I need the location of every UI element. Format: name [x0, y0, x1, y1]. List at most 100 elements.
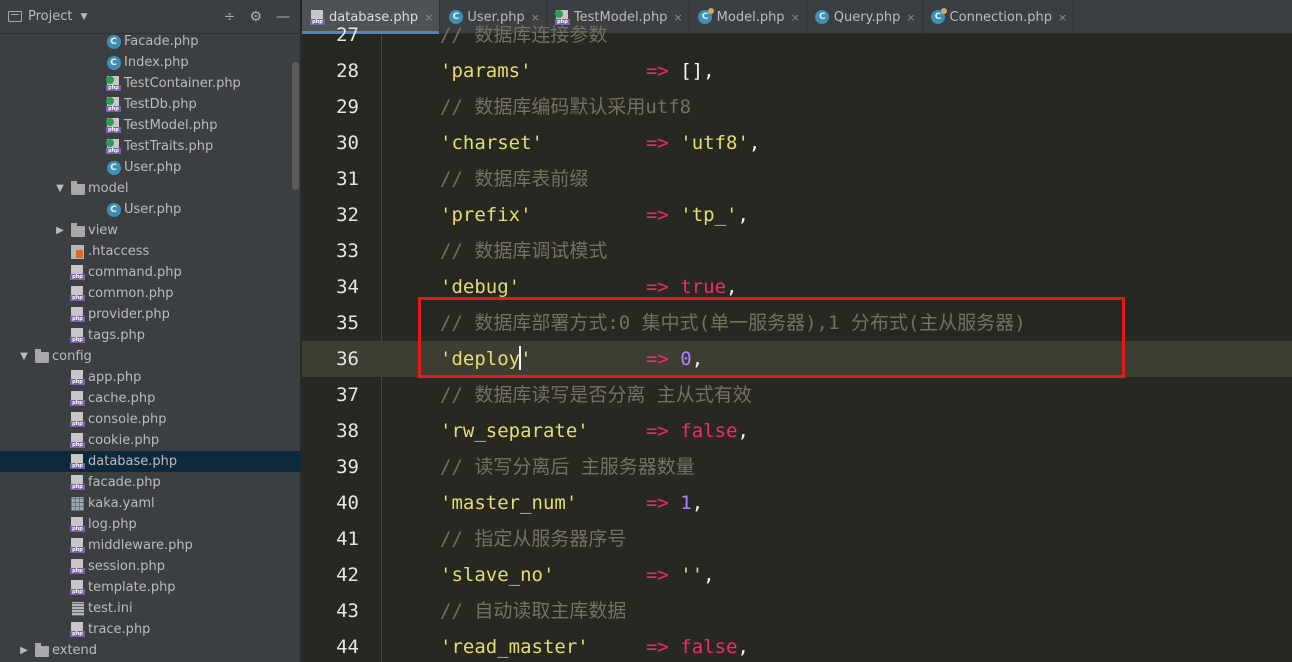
code-text[interactable]: // 数据库连接参数 — [440, 17, 607, 53]
line-number: 27 — [336, 24, 359, 46]
tree-item[interactable]: php TestContainer.php — [0, 73, 301, 94]
tree-item[interactable]: C User.php — [0, 199, 301, 220]
code-text[interactable]: // 指定从服务器序号 — [440, 521, 626, 557]
code-line[interactable]: 42 'slave_no' => '', — [302, 557, 1292, 593]
tree-item[interactable]: ▶ extend — [0, 640, 301, 661]
tree-item[interactable]: php console.php — [0, 409, 301, 430]
code-token: => — [645, 60, 669, 82]
code-line[interactable]: 40 'master_num' => 1, — [302, 485, 1292, 521]
expand-arrow-down-icon[interactable]: ▼ — [18, 351, 30, 362]
line-number: 28 — [336, 60, 359, 82]
tree-item[interactable]: php cookie.php — [0, 430, 301, 451]
tree-item[interactable]: php facade.php — [0, 472, 301, 493]
tree-item[interactable]: ▼ config — [0, 346, 301, 367]
code-line[interactable]: 41 // 指定从服务器序号 — [302, 521, 1292, 557]
tree-item[interactable]: php log.php — [0, 514, 301, 535]
tree-item-label: User.php — [124, 160, 182, 175]
htaccess-icon — [70, 244, 85, 259]
line-number: 41 — [336, 528, 359, 550]
code-line[interactable]: 29 // 数据库编码默认采用utf8 — [302, 89, 1292, 125]
code-line[interactable]: 43 // 自动读取主库数据 — [302, 593, 1292, 629]
folder-icon — [34, 643, 49, 658]
tree-item[interactable]: php trace.php — [0, 619, 301, 640]
tree-item[interactable]: php app.php — [0, 367, 301, 388]
expand-arrow-down-icon[interactable]: ▼ — [54, 183, 66, 194]
code-line[interactable]: 39 // 读写分离后 主服务器数量 — [302, 449, 1292, 485]
tree-item-label: .htaccess — [88, 244, 150, 259]
tree-item[interactable]: php tags.php — [0, 325, 301, 346]
code-text[interactable]: // 自动读取主库数据 — [440, 593, 626, 629]
tree-item[interactable]: php TestModel.php — [0, 115, 301, 136]
tree-item[interactable]: .htaccess — [0, 241, 301, 262]
code-line[interactable]: 37 // 数据库读写是否分离 主从式有效 — [302, 377, 1292, 413]
php-class-file-icon: php — [106, 76, 121, 91]
code-line[interactable]: 33 // 数据库调试模式 — [302, 233, 1292, 269]
tree-item[interactable]: php command.php — [0, 262, 301, 283]
tree-item-label: provider.php — [88, 307, 170, 322]
code-text[interactable]: // 数据库表前缀 — [440, 161, 588, 197]
tree-item[interactable]: kaka.yaml — [0, 493, 301, 514]
ini-icon — [70, 601, 85, 616]
php-file-icon: php — [70, 517, 85, 532]
code-token: => — [645, 492, 669, 514]
tree-item[interactable]: php middleware.php — [0, 535, 301, 556]
tree-item[interactable]: C Facade.php — [0, 31, 301, 52]
code-text[interactable]: 'slave_no' => '', — [440, 557, 715, 593]
collapse-all-icon[interactable]: ÷ — [224, 9, 236, 25]
tree-item[interactable]: ▼ model — [0, 178, 301, 199]
chevron-down-icon[interactable]: ▼ — [80, 12, 87, 22]
sidebar-scrollbar[interactable] — [292, 62, 299, 190]
tree-item[interactable]: php provider.php — [0, 304, 301, 325]
tree-item[interactable]: php database.php — [0, 451, 301, 472]
tree-item[interactable]: php session.php — [0, 556, 301, 577]
code-line[interactable]: 44 'read_master' => false, — [302, 629, 1292, 662]
tree-item[interactable]: C User.php — [0, 157, 301, 178]
project-panel-header: Project ▼ ÷ ⚙ — — [0, 0, 300, 34]
code-token: // 数据库读写是否分离 主从式有效 — [440, 384, 752, 406]
code-line[interactable]: 32 'prefix' => 'tp_', — [302, 197, 1292, 233]
code-text[interactable]: // 数据库编码默认采用utf8 — [440, 89, 691, 125]
code-token: => — [645, 564, 669, 586]
code-line[interactable]: 31 // 数据库表前缀 — [302, 161, 1292, 197]
code-line[interactable]: 30 'charset' => 'utf8', — [302, 125, 1292, 161]
tree-item[interactable]: test.ini — [0, 598, 301, 619]
code-text[interactable]: 'charset' => 'utf8', — [440, 125, 760, 161]
code-token: 'debug' — [440, 276, 521, 298]
code-editor[interactable]: 27 // 数据库连接参数 28 'params' => [], 29 // 数据库编码默… — [302, 24, 1292, 662]
tree-item[interactable]: ▶ view — [0, 220, 301, 241]
code-text[interactable]: 'params' => [], — [440, 53, 715, 89]
code-line[interactable]: 38 'rw_separate' => false, — [302, 413, 1292, 449]
code-text[interactable]: 'read_master' => false, — [440, 629, 749, 662]
tree-item-label: console.php — [88, 412, 167, 427]
code-text[interactable]: // 数据库调试模式 — [440, 233, 607, 269]
tree-item[interactable]: php TestTraits.php — [0, 136, 301, 157]
settings-gear-icon[interactable]: ⚙ — [249, 9, 262, 25]
line-number: 36 — [336, 348, 359, 370]
tree-item[interactable]: php template.php — [0, 577, 301, 598]
php-class-file-icon: php — [106, 118, 121, 133]
code-text[interactable]: // 数据库读写是否分离 主从式有效 — [440, 377, 752, 413]
project-title[interactable]: Project — [28, 9, 72, 24]
code-text[interactable]: 'prefix' => 'tp_', — [440, 197, 749, 233]
expand-arrow-right-icon[interactable]: ▶ — [18, 645, 30, 656]
tree-item[interactable]: C Index.php — [0, 52, 301, 73]
tree-item-label: TestTraits.php — [124, 139, 214, 154]
line-number: 39 — [336, 456, 359, 478]
line-number: 40 — [336, 492, 359, 514]
tree-item[interactable]: php common.php — [0, 283, 301, 304]
tree-item[interactable]: php cache.php — [0, 388, 301, 409]
code-text[interactable]: // 读写分离后 主服务器数量 — [440, 449, 695, 485]
hide-panel-icon[interactable]: — — [276, 9, 290, 25]
code-token: 1 — [680, 492, 692, 514]
code-text[interactable]: 'master_num' => 1, — [440, 485, 703, 521]
code-line[interactable]: 28 'params' => [], — [302, 53, 1292, 89]
code-line[interactable]: 27 // 数据库连接参数 — [302, 17, 1292, 53]
code-token: // 数据库连接参数 — [440, 24, 608, 46]
tree-item[interactable]: php TestDb.php — [0, 94, 301, 115]
expand-arrow-right-icon[interactable]: ▶ — [54, 225, 66, 236]
code-token: false — [680, 420, 738, 442]
code-text[interactable]: 'rw_separate' => false, — [440, 413, 749, 449]
tree-item-label: app.php — [88, 370, 142, 385]
tree-item-label: Index.php — [124, 55, 189, 70]
